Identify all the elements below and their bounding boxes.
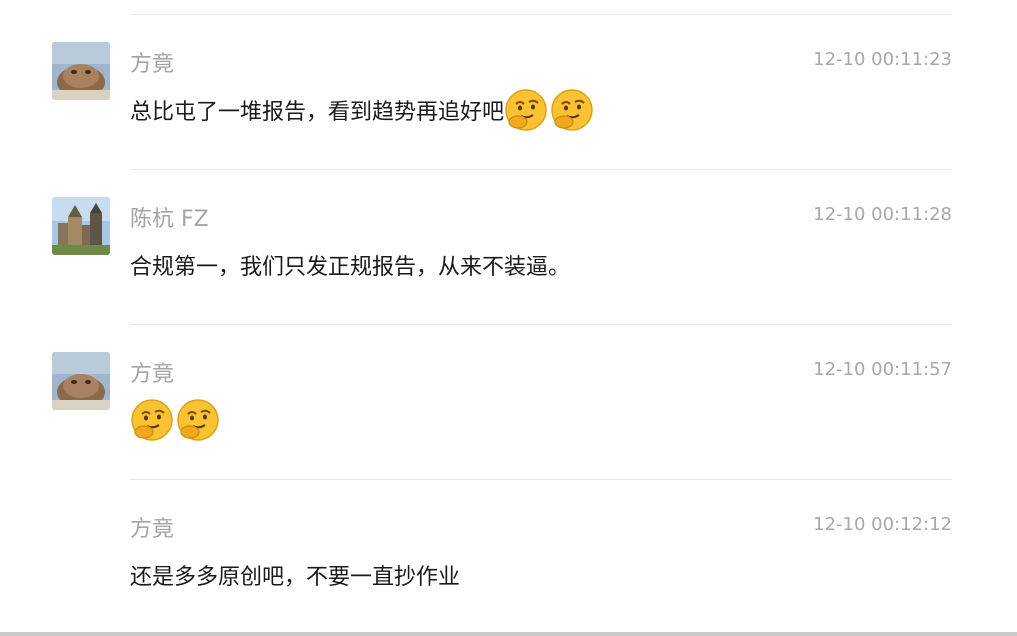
message-text [130,396,222,444]
cat-avatar-icon [52,352,110,410]
message-timestamp: 12-10 00:12:12 [813,514,952,535]
cat-avatar-icon [52,42,110,100]
sender-name: 方竟 [130,362,175,387]
message-divider [130,324,952,325]
bottom-border [0,632,1017,636]
message-divider [130,14,952,15]
sender-name: 方竟 [130,52,175,77]
message-text-content: 合规第一，我们只发正规报告，从来不装逼。 [130,255,571,280]
chat-message: 方竟 12-10 00:11:57 [0,352,1017,472]
avatar[interactable] [52,197,110,255]
message-timestamp: 12-10 00:11:23 [813,49,952,70]
chat-message: 方竟 12-10 00:11:23 总比屯了一堆报告，看到趋势再追好吧 [0,42,1017,162]
chat-message: 方竟 12-10 00:12:12 还是多多原创吧，不要一直抄作业 [0,507,1017,627]
avatar[interactable] [52,42,110,100]
message-text: 合规第一，我们只发正规报告，从来不装逼。 [130,241,570,289]
message-text-content: 总比屯了一堆报告，看到趋势再追好吧 [130,100,505,125]
message-text-content: 还是多多原创吧，不要一直抄作业 [130,565,461,590]
chat-message-list: 方竟 12-10 00:11:23 总比屯了一堆报告，看到趋势再追好吧 陈杭 F… [0,0,1017,632]
thinking-face-icon [504,88,548,132]
sender-name: 陈杭 FZ [130,207,209,232]
thinking-face-icon [130,398,174,442]
thinking-face-icon [176,398,220,442]
message-divider [130,479,952,480]
castle-avatar-icon [52,197,110,255]
thinking-face-icon [550,88,594,132]
chat-message: 陈杭 FZ 12-10 00:11:28 合规第一，我们只发正规报告，从来不装逼… [0,197,1017,317]
message-timestamp: 12-10 00:11:57 [813,359,952,380]
message-text: 总比屯了一堆报告，看到趋势再追好吧 [130,86,596,134]
sender-name: 方竟 [130,517,175,542]
avatar[interactable] [52,352,110,410]
message-divider [130,169,952,170]
message-timestamp: 12-10 00:11:28 [813,204,952,225]
message-text: 还是多多原创吧，不要一直抄作业 [130,551,460,599]
